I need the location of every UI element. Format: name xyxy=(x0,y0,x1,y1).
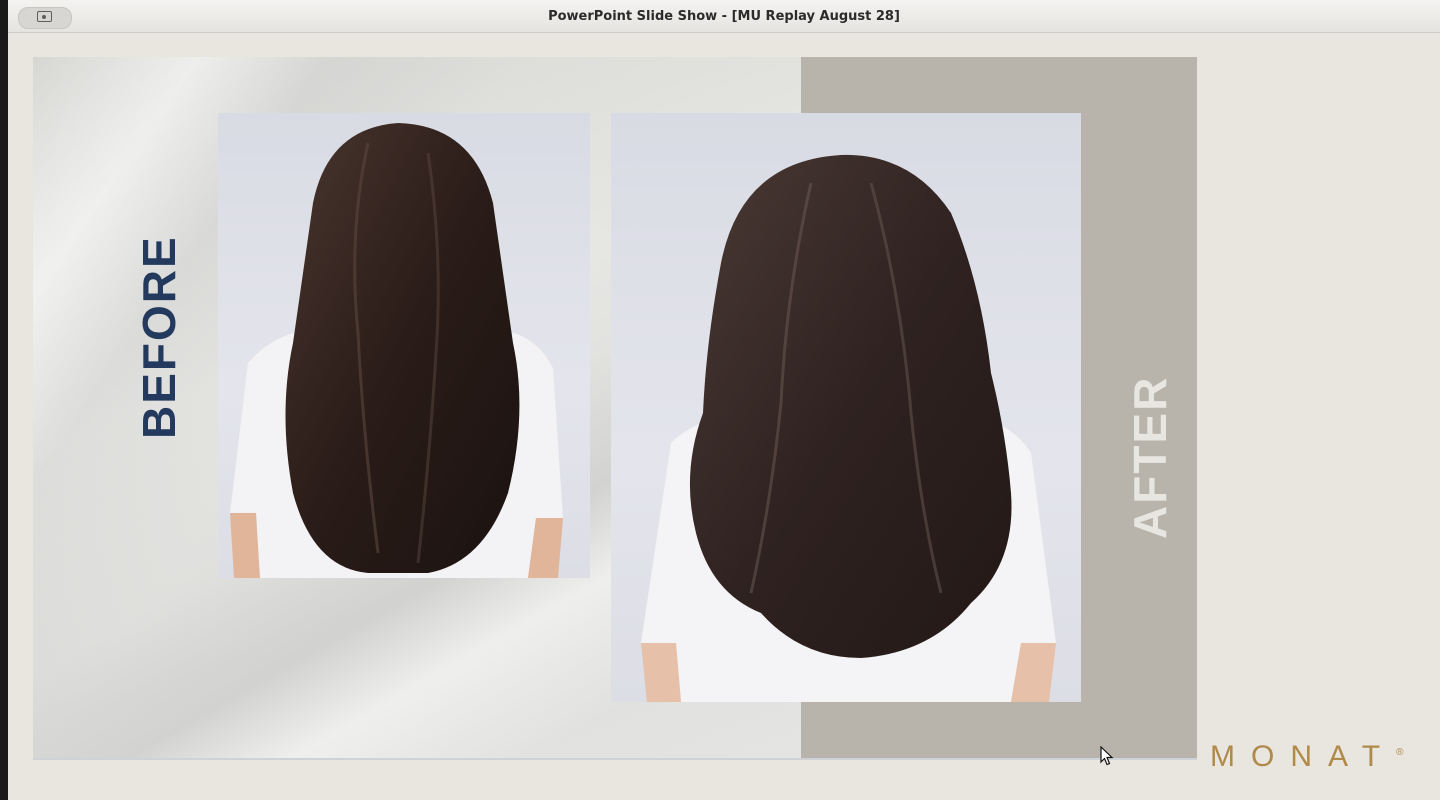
after-label: AFTER xyxy=(1124,375,1176,539)
after-hair-photo xyxy=(611,113,1081,702)
logo-text: MONAT xyxy=(1210,740,1397,773)
slide-bottom-rule xyxy=(33,758,1197,760)
before-label: BEFORE xyxy=(133,235,185,439)
window-titlebar[interactable]: PowerPoint Slide Show - [MU Replay Augus… xyxy=(8,0,1440,33)
before-hair-photo xyxy=(218,113,590,578)
window-left-edge xyxy=(0,0,8,800)
logo-registered-mark: ® xyxy=(1396,747,1404,758)
window-title: PowerPoint Slide Show - [MU Replay Augus… xyxy=(548,9,900,24)
mouse-cursor-icon xyxy=(1100,746,1114,766)
monat-logo: MONAT® xyxy=(1210,740,1420,776)
